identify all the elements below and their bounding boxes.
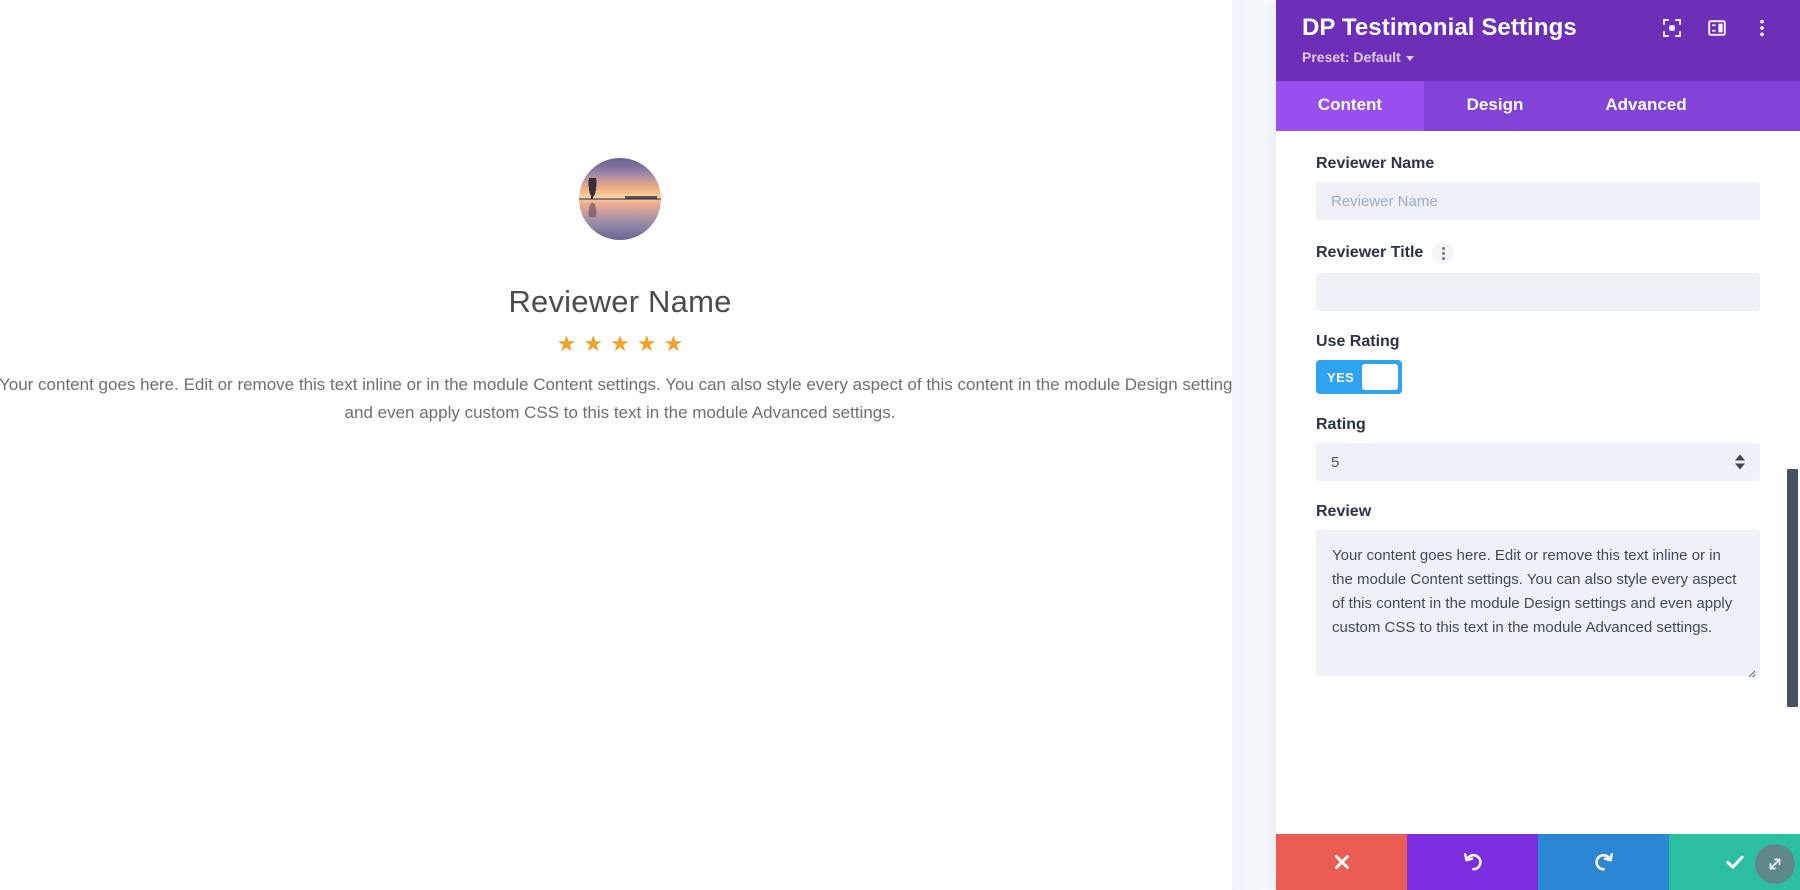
tab-design[interactable]: Design [1424, 81, 1566, 131]
reviewer-title-label: Reviewer Title [1316, 244, 1423, 262]
field-reviewer-name: Reviewer Name [1316, 155, 1760, 220]
panel-scrollbar-thumb[interactable] [1787, 469, 1798, 707]
undo-button[interactable] [1407, 834, 1538, 890]
review-label: Review [1316, 503, 1760, 521]
tab-advanced[interactable]: Advanced [1566, 81, 1726, 131]
redo-icon [1592, 850, 1616, 874]
panel-resize-handle[interactable] [1755, 844, 1795, 884]
field-reviewer-title: Reviewer Title [1316, 242, 1760, 311]
rating-spinner-icon[interactable] [1735, 455, 1745, 470]
panel-header: DP Testimonial Settings [1276, 0, 1800, 81]
chevron-down-icon [1406, 56, 1414, 61]
resize-diagonal-icon [1764, 853, 1786, 875]
field-use-rating: Use Rating YES [1316, 333, 1760, 394]
field-rating: Rating 5 [1316, 416, 1760, 481]
check-icon [1723, 850, 1747, 874]
more-options-icon[interactable] [1752, 18, 1772, 38]
panel-header-icons [1662, 18, 1774, 38]
reviewer-title-input[interactable] [1316, 273, 1760, 311]
close-icon [1331, 851, 1353, 873]
tab-content[interactable]: Content [1276, 81, 1424, 131]
redo-button[interactable] [1538, 834, 1669, 890]
star-icon: ★ [557, 333, 577, 355]
panel-title: DP Testimonial Settings [1302, 14, 1662, 42]
testimonial-preview: Reviewer Name ★ ★ ★ ★ ★ Your content goe… [0, 0, 1240, 890]
panel-action-bar [1276, 834, 1800, 890]
rating-select[interactable]: 5 [1316, 443, 1760, 481]
preview-review-text: Your content goes here. Edit or remove t… [0, 371, 1290, 427]
spinner-up-icon [1735, 455, 1745, 461]
preset-label: Preset: Default [1302, 49, 1401, 65]
avatar-tree-reflection [588, 201, 597, 217]
review-textarea[interactable]: Your content goes here. Edit or remove t… [1316, 530, 1760, 676]
settings-panel: DP Testimonial Settings [1276, 0, 1800, 890]
avatar-tree [588, 178, 597, 199]
star-icon: ★ [637, 333, 657, 355]
preview-star-rating: ★ ★ ★ ★ ★ [557, 333, 684, 355]
field-review: Review Your content goes here. Edit or r… [1316, 503, 1760, 681]
reviewer-name-input[interactable] [1316, 182, 1760, 220]
star-icon: ★ [583, 333, 603, 355]
avatar-jetty [625, 196, 657, 199]
use-rating-label: Use Rating [1316, 333, 1760, 351]
star-icon: ★ [664, 333, 684, 355]
star-icon: ★ [610, 333, 630, 355]
undo-icon [1461, 850, 1485, 874]
use-rating-toggle[interactable]: YES [1316, 360, 1402, 394]
cancel-button[interactable] [1276, 834, 1407, 890]
spinner-down-icon [1735, 464, 1745, 470]
reviewer-title-options-icon[interactable] [1432, 242, 1454, 264]
preview-reviewer-name: Reviewer Name [508, 284, 731, 320]
panel-gutter [1232, 0, 1276, 890]
rating-label: Rating [1316, 416, 1760, 434]
use-rating-toggle-state: YES [1320, 370, 1362, 385]
layout-panel-icon[interactable] [1707, 18, 1727, 38]
focus-icon[interactable] [1662, 18, 1682, 38]
reviewer-name-label: Reviewer Name [1316, 155, 1760, 173]
preset-selector[interactable]: Preset: Default [1302, 49, 1774, 65]
toggle-knob [1362, 364, 1398, 390]
reviewer-avatar [579, 158, 661, 240]
panel-body: Reviewer Name Reviewer Title Use Rating … [1276, 131, 1800, 834]
app-root: Reviewer Name ★ ★ ★ ★ ★ Your content goe… [0, 0, 1800, 890]
panel-tabs: Content Design Advanced [1276, 81, 1800, 131]
